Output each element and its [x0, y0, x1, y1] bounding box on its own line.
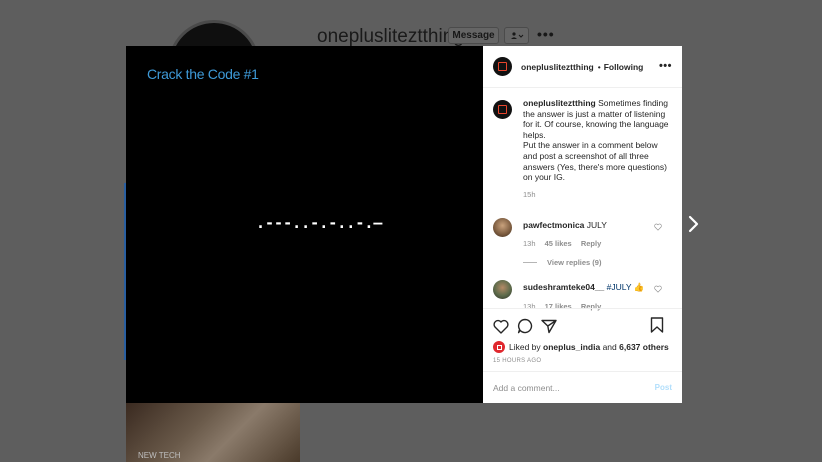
post-caption: oneplusliteztthing Sometimes finding the…	[483, 88, 682, 200]
comment-item: sudeshramteke04__ #JULY 👍 13h 17 likes R…	[493, 280, 673, 311]
comment-text: JULY	[586, 220, 607, 230]
liker-avatar[interactable]	[493, 341, 505, 353]
oneplus-logo-avatar[interactable]	[493, 57, 512, 76]
post-timestamp[interactable]: 15 HOURS AGO	[493, 358, 672, 364]
media-title: Crack the Code #1	[147, 66, 259, 82]
next-post-chevron-icon[interactable]	[688, 215, 700, 233]
morse-code-text: .---..-.-..-.—	[256, 214, 383, 232]
view-replies-button[interactable]: View replies (9)	[523, 258, 601, 267]
post-media[interactable]: Crack the Code #1 .---..-.-..-.—	[126, 46, 483, 403]
header-username[interactable]: oneplusliteztthing	[521, 62, 594, 72]
comment-item: pawfectmonica JULY 13h 45 likes Reply	[493, 218, 673, 248]
comment-like-icon[interactable]	[654, 285, 662, 293]
liker-username[interactable]: oneplus_india	[543, 342, 600, 352]
likes-summary: Liked by oneplus_india and 6,637 others	[493, 341, 672, 353]
view-replies-label: View replies (9)	[547, 258, 602, 267]
caption-time[interactable]: 15h	[523, 190, 672, 201]
comment-like-icon[interactable]	[654, 223, 662, 231]
profile-username: oneplusliteztthing	[317, 26, 464, 47]
comment-likes[interactable]: 45 likes	[545, 239, 572, 248]
bookmark-icon[interactable]	[650, 317, 664, 333]
post-panel: oneplusliteztthing • Following ••• onepl…	[483, 46, 682, 403]
more-options-icon[interactable]: •••	[659, 60, 672, 72]
comment-hashtag[interactable]: #JULY	[607, 282, 632, 292]
comment-body: pawfectmonica JULY	[523, 218, 673, 230]
replies-divider	[523, 262, 537, 263]
post-button[interactable]: Post	[655, 383, 672, 392]
comment-body: sudeshramteke04__ #JULY 👍	[523, 280, 673, 293]
caption-username[interactable]: oneplusliteztthing	[523, 98, 596, 108]
comment-meta: 13h 45 likes Reply	[523, 239, 673, 248]
comment-bubble-icon[interactable]	[517, 318, 533, 334]
comment-username[interactable]: pawfectmonica	[523, 220, 584, 230]
post-header: oneplusliteztthing • Following •••	[483, 46, 682, 88]
post-actions: Liked by oneplus_india and 6,637 others …	[483, 308, 682, 364]
comment-username[interactable]: sudeshramteke04__	[523, 282, 604, 292]
thumbnail-text: NEW TECH	[138, 451, 181, 460]
message-button: Message	[448, 27, 499, 44]
action-icons	[493, 317, 672, 335]
add-comment-bar: Add a comment... Post	[483, 371, 682, 403]
header-separator: •	[597, 61, 601, 72]
following-dropdown-button	[504, 27, 529, 44]
liked-by-label: Liked by	[509, 342, 541, 352]
caption-avatar[interactable]	[493, 100, 512, 119]
likes-and: and	[602, 342, 617, 352]
reply-button[interactable]: Reply	[581, 239, 601, 248]
like-heart-icon[interactable]	[493, 319, 509, 334]
comment-time[interactable]: 13h	[523, 239, 536, 248]
profile-more-icon: •••	[537, 26, 555, 42]
share-send-icon[interactable]	[541, 319, 557, 334]
caption-text-2: Put the answer in a comment below and po…	[523, 140, 667, 183]
commenter-avatar[interactable]	[493, 218, 512, 237]
following-button[interactable]: Following	[604, 62, 644, 72]
likes-others[interactable]: 6,637 others	[619, 342, 669, 352]
person-check-icon	[510, 31, 523, 39]
commenter-avatar[interactable]	[493, 280, 512, 299]
thumbs-up-emoji: 👍	[633, 282, 645, 292]
post-thumbnail: NEW TECH	[126, 403, 300, 462]
comment-input[interactable]: Add a comment...	[493, 383, 560, 393]
